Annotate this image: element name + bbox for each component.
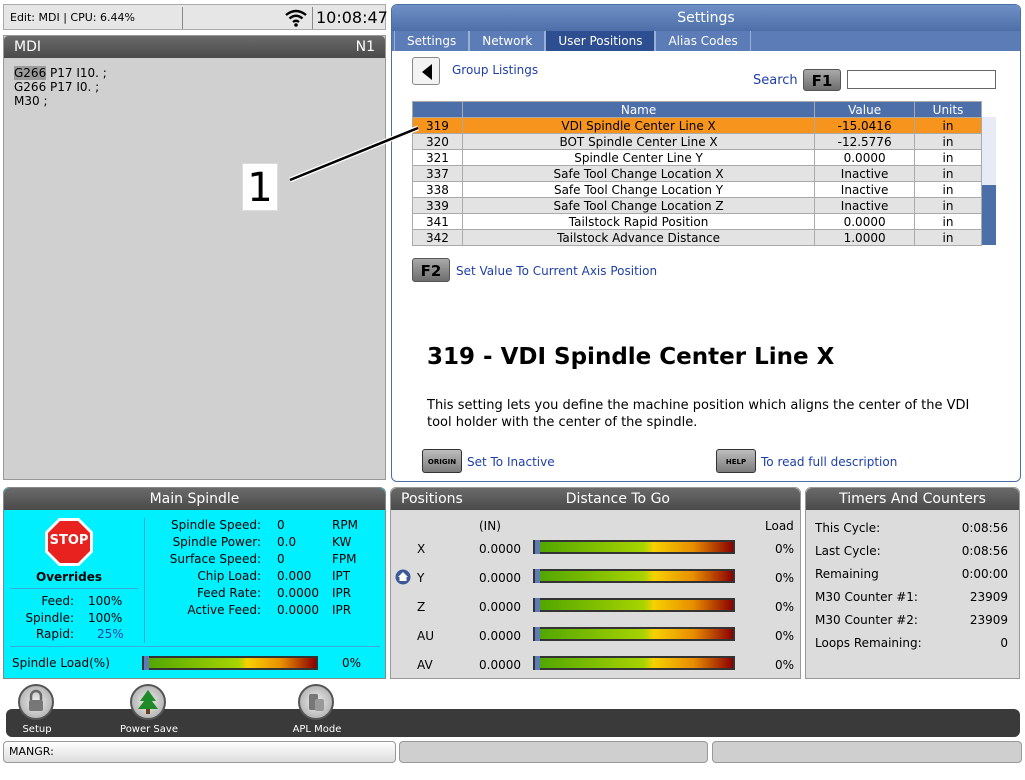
- timer-row[interactable]: Last Cycle: 0:08:56: [815, 544, 1008, 558]
- feed-rate-value: 0.0000: [277, 586, 319, 600]
- spindle-override-value: 100%: [88, 611, 123, 625]
- apl-mode-button[interactable]: [298, 684, 334, 720]
- axis-load-bar: [533, 598, 735, 612]
- positions-panel: Positions Distance To Go (IN) Load X 0.0…: [390, 487, 801, 679]
- timer-label: Last Cycle:: [815, 544, 881, 558]
- rapid-override-value: 25%: [97, 627, 124, 641]
- timer-label: This Cycle:: [815, 521, 881, 535]
- chip-load-unit: IPT: [332, 569, 351, 583]
- timer-label: M30 Counter #1:: [815, 590, 918, 604]
- axis-load-value: 0%: [775, 658, 795, 672]
- axis-label: Z: [417, 600, 426, 614]
- overrides-title: Overrides: [36, 570, 102, 584]
- setup-button[interactable]: [18, 684, 54, 720]
- power-save-button[interactable]: [130, 684, 166, 720]
- spindle-override-label: Spindle:: [25, 611, 74, 625]
- axis-load-bar: [533, 569, 735, 583]
- timer-label: Loops Remaining:: [815, 636, 922, 650]
- divider: [10, 646, 380, 647]
- apl-mode-label: APL Mode: [292, 724, 342, 735]
- axis-label: AU: [417, 629, 434, 643]
- axis-value: 0.0000: [479, 629, 521, 643]
- feed-override-value: 100%: [88, 594, 123, 608]
- spindle-speed-label: Spindle Speed:: [171, 518, 261, 532]
- setup-label: Setup: [22, 724, 52, 735]
- axis-value: 0.0000: [479, 600, 521, 614]
- timer-row[interactable]: Loops Remaining: 0: [815, 636, 1008, 650]
- spindle-power-value: 0.0: [277, 535, 297, 549]
- surface-speed-unit: FPM: [332, 552, 357, 566]
- load-marker: [535, 540, 540, 554]
- feed-rate-label: Feed Rate:: [196, 586, 261, 600]
- timer-value: 0:08:56: [961, 521, 1008, 535]
- timer-value: 0: [1000, 636, 1008, 650]
- apl-icon: [309, 694, 324, 711]
- load-marker: [535, 598, 540, 612]
- spindle-load-label: Spindle Load(%): [12, 656, 110, 670]
- main-spindle-panel: Main Spindle STOP Overrides Feed: 100% S…: [3, 487, 386, 679]
- surface-speed-value: 0: [277, 552, 285, 566]
- command-line-input[interactable]: MANGR:: [3, 741, 396, 763]
- positions-mode[interactable]: Distance To Go: [566, 488, 670, 510]
- timer-label: M30 Counter #2:: [815, 613, 918, 627]
- timer-row[interactable]: Remaining 0:00:00: [815, 567, 1008, 581]
- active-feed-unit: IPR: [332, 603, 352, 617]
- axis-label: AV: [417, 658, 433, 672]
- positions-load-header: Load: [765, 519, 794, 533]
- timer-row[interactable]: This Cycle: 0:08:56: [815, 521, 1008, 535]
- message-field: [712, 741, 1022, 763]
- spindle-speed-value: 0: [277, 518, 285, 532]
- axis-value: 0.0000: [479, 542, 521, 556]
- active-feed-label: Active Feed:: [187, 603, 261, 617]
- spindle-load-bar: [142, 656, 318, 670]
- axis-load-value: 0%: [775, 600, 795, 614]
- callout-number: 1: [242, 163, 278, 211]
- timer-value: 23909: [969, 613, 1008, 627]
- main-spindle-title: Main Spindle: [4, 488, 385, 510]
- timers-title: Timers And Counters: [806, 488, 1019, 510]
- axis-label: Y: [417, 571, 425, 585]
- active-feed-value: 0.0000: [277, 603, 319, 617]
- axis-label: X: [417, 542, 426, 556]
- spindle-load-value: 0%: [342, 656, 362, 670]
- load-marker: [535, 569, 540, 583]
- positions-header: Positions Distance To Go: [391, 488, 800, 510]
- divider: [10, 588, 138, 589]
- feed-override-label: Feed:: [41, 594, 74, 608]
- timer-row[interactable]: M30 Counter #1: 23909: [815, 590, 1008, 604]
- axis-load-value: 0%: [775, 571, 795, 585]
- axis-load-bar: [533, 656, 735, 670]
- load-marker: [535, 656, 540, 670]
- timer-value: 23909: [969, 590, 1008, 604]
- axis-load-bar: [533, 540, 735, 554]
- power-save-label: Power Save: [120, 724, 178, 735]
- axis-load-value: 0%: [775, 542, 795, 556]
- home-icon: [395, 569, 411, 585]
- spindle-power-unit: KW: [332, 535, 352, 549]
- spindle-speed-unit: RPM: [332, 518, 358, 532]
- surface-speed-label: Surface Speed:: [169, 552, 261, 566]
- load-marker: [144, 656, 149, 670]
- timer-row[interactable]: M30 Counter #2: 23909: [815, 613, 1008, 627]
- timer-label: Remaining: [815, 567, 879, 581]
- axis-value: 0.0000: [479, 571, 521, 585]
- timer-value: 0:00:00: [961, 567, 1008, 581]
- lock-icon: [29, 689, 43, 711]
- load-marker: [535, 627, 540, 641]
- axis-load-bar: [533, 627, 735, 641]
- positions-title: Positions: [401, 491, 463, 507]
- chip-load-value: 0.000: [277, 569, 312, 583]
- tree-icon: [138, 690, 158, 714]
- timers-panel: Timers And Counters This Cycle: 0:08:56 L…: [805, 487, 1020, 679]
- feed-rate-unit: IPR: [332, 586, 352, 600]
- axis-value: 0.0000: [479, 658, 521, 672]
- positions-unit: (IN): [479, 519, 501, 533]
- spindle-power-label: Spindle Power:: [172, 535, 261, 549]
- chip-load-label: Chip Load:: [197, 569, 261, 583]
- message-field: [399, 741, 708, 763]
- axis-load-value: 0%: [775, 629, 795, 643]
- timer-value: 0:08:56: [961, 544, 1008, 558]
- rapid-override-label: Rapid:: [35, 627, 74, 641]
- stop-label: STOP: [49, 533, 89, 548]
